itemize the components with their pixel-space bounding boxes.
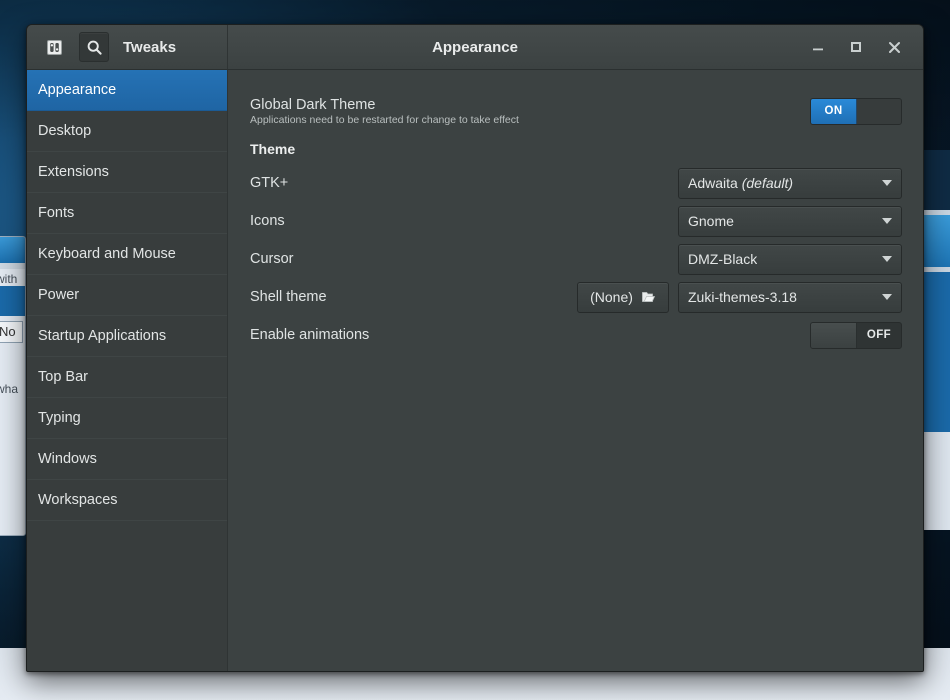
row-enable-animations: Enable animations OFF [250, 316, 902, 354]
bg-left-selected-row [0, 286, 25, 316]
shell-theme-value: Zuki-themes-3.18 [688, 289, 797, 305]
toggle-track [857, 99, 901, 124]
bg-left-body: with No wha [0, 269, 25, 536]
icons-theme-value: Gnome [688, 213, 734, 229]
search-icon [86, 39, 103, 56]
shell-theme-file-button[interactable]: (None) [577, 282, 669, 313]
sidebar-item-label: Typing [38, 410, 81, 426]
search-button[interactable] [79, 32, 109, 62]
content-area: Global Dark Theme Applications need to b… [228, 70, 923, 671]
minimize-icon [811, 40, 825, 54]
sidebar-item-appearance[interactable]: Appearance [27, 70, 227, 111]
bg-right-segment-gradient [920, 215, 950, 267]
shell-theme-combobox[interactable]: Zuki-themes-3.18 [678, 282, 902, 313]
sidebar-item-typing[interactable]: Typing [27, 398, 227, 439]
sidebar-item-label: Workspaces [38, 492, 118, 508]
maximize-icon [849, 40, 863, 54]
cursor-theme-value: DMZ-Black [688, 251, 757, 267]
sidebar-item-fonts[interactable]: Fonts [27, 193, 227, 234]
switches-icon[interactable] [39, 32, 69, 62]
row-global-dark-theme: Global Dark Theme Applications need to b… [250, 92, 902, 130]
maximize-button[interactable] [845, 36, 867, 58]
gtk-label: GTK+ [250, 175, 288, 191]
chevron-down-icon [882, 256, 892, 262]
bg-right-segment-blue [920, 272, 950, 432]
cursor-label: Cursor [250, 251, 294, 267]
close-icon [887, 40, 902, 55]
sidebar-item-label: Desktop [38, 123, 91, 139]
sidebar-item-label: Keyboard and Mouse [38, 246, 176, 262]
global-dark-theme-sublabel: Applications need to be restarted for ch… [250, 114, 519, 126]
sidebar-item-label: Windows [38, 451, 97, 467]
sidebar-item-desktop[interactable]: Desktop [27, 111, 227, 152]
sidebar-item-label: Fonts [38, 205, 74, 221]
bg-left-text-1: with [0, 269, 25, 286]
open-file-icon [640, 289, 656, 305]
minimize-button[interactable] [807, 36, 829, 58]
sidebar-empty-area [27, 521, 227, 671]
toggle-knob-label: OFF [857, 323, 901, 348]
close-button[interactable] [883, 36, 905, 58]
sidebar-item-top-bar[interactable]: Top Bar [27, 357, 227, 398]
sidebar-item-label: Power [38, 287, 79, 303]
chevron-down-icon [882, 218, 892, 224]
sidebar-item-label: Extensions [38, 164, 109, 180]
sidebar-item-workspaces[interactable]: Workspaces [27, 480, 227, 521]
sidebar-item-label: Top Bar [38, 369, 88, 385]
global-dark-theme-toggle[interactable]: ON [810, 98, 902, 125]
toggle-track [811, 323, 857, 348]
sidebar-item-keyboard-and-mouse[interactable]: Keyboard and Mouse [27, 234, 227, 275]
row-gtk: GTK+ Adwaita (default) [250, 164, 902, 202]
cursor-theme-combobox[interactable]: DMZ-Black [678, 244, 902, 275]
titlebar: Tweaks Appearance [27, 25, 923, 70]
app-title: Tweaks [123, 39, 176, 56]
shell-theme-label: Shell theme [250, 289, 327, 305]
background-window-right[interactable] [920, 150, 950, 530]
background-window-left[interactable]: with No wha [0, 236, 26, 536]
icons-label: Icons [250, 213, 285, 229]
sidebar-item-power[interactable]: Power [27, 275, 227, 316]
sidebar-item-startup-applications[interactable]: Startup Applications [27, 316, 227, 357]
global-dark-theme-label: Global Dark Theme [250, 97, 519, 113]
row-shell-theme: Shell theme (None) Zuki-themes-3.18 [250, 278, 902, 316]
enable-animations-label: Enable animations [250, 327, 369, 343]
tweaks-window: Tweaks Appearance [26, 24, 924, 672]
window-body: Appearance Desktop Extensions Fonts Keyb… [27, 70, 923, 671]
bg-left-text-2: wha [0, 348, 25, 396]
titlebar-left-section: Tweaks [27, 25, 228, 69]
shell-theme-file-label: (None) [590, 289, 633, 305]
chevron-down-icon [882, 180, 892, 186]
row-cursor: Cursor DMZ-Black [250, 240, 902, 278]
window-controls [807, 36, 923, 58]
sidebar-item-label: Startup Applications [38, 328, 166, 344]
sidebar-item-label: Appearance [38, 82, 116, 98]
sidebar-item-extensions[interactable]: Extensions [27, 152, 227, 193]
theme-section-title: Theme [250, 141, 902, 157]
chevron-down-icon [882, 294, 892, 300]
gtk-theme-value-default: (default) [742, 175, 793, 191]
gtk-theme-value-main: Adwaita [688, 175, 742, 191]
sidebar-item-windows[interactable]: Windows [27, 439, 227, 480]
global-dark-theme-labels: Global Dark Theme Applications need to b… [250, 97, 519, 126]
bg-right-segment-dark [920, 150, 950, 210]
icons-theme-combobox[interactable]: Gnome [678, 206, 902, 237]
gtk-theme-value: Adwaita (default) [688, 175, 793, 191]
toggle-knob-label: ON [811, 99, 857, 124]
row-icons: Icons Gnome [250, 202, 902, 240]
enable-animations-toggle[interactable]: OFF [810, 322, 902, 349]
bg-left-field[interactable]: No [0, 321, 23, 343]
bg-right-segment-light [920, 432, 950, 530]
gtk-theme-combobox[interactable]: Adwaita (default) [678, 168, 902, 199]
bg-left-titlebar [0, 237, 25, 263]
sidebar: Appearance Desktop Extensions Fonts Keyb… [27, 70, 228, 671]
